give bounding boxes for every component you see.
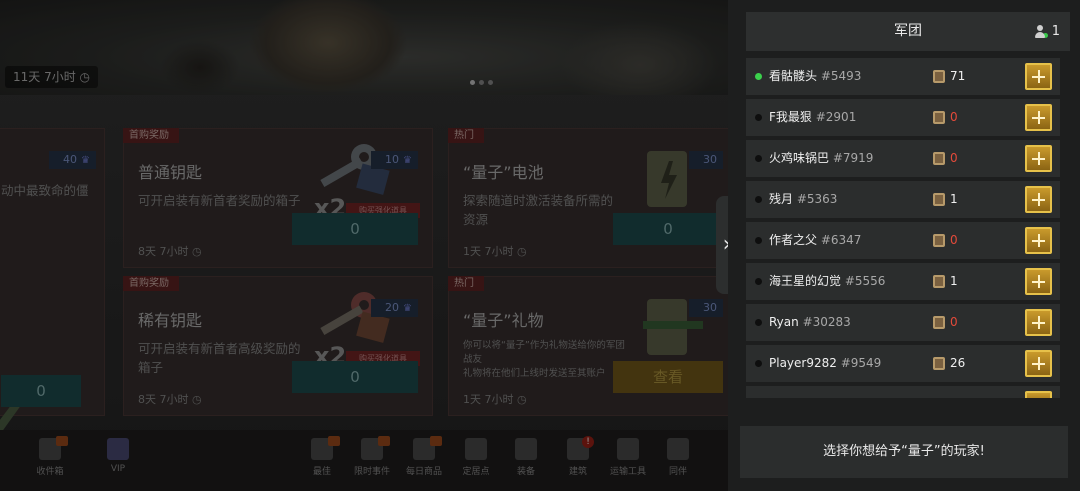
quantum-scroll-icon xyxy=(933,357,945,370)
give-plus-button[interactable] xyxy=(1025,309,1052,336)
give-plus-button[interactable] xyxy=(1025,63,1052,90)
status-dot xyxy=(755,278,762,285)
give-plus-button[interactable] xyxy=(1025,104,1052,131)
quantum-scroll-icon xyxy=(933,111,945,124)
quantum-count: 0 xyxy=(950,233,958,247)
player-row[interactable]: 作者之父 #6347 0 xyxy=(746,222,1060,259)
give-plus-button[interactable] xyxy=(1025,391,1052,398)
give-plus-button[interactable] xyxy=(1025,227,1052,254)
online-count: 1 xyxy=(1034,12,1060,51)
quantum-scroll-icon xyxy=(933,193,945,206)
player-row[interactable]: 海王星的幻觉 #5556 1 xyxy=(746,263,1060,300)
quantum-scroll-icon xyxy=(933,234,945,247)
quantum-count: 1 xyxy=(950,274,958,288)
quantum-count: 71 xyxy=(950,69,966,83)
status-dot xyxy=(755,319,762,326)
player-list[interactable]: 看骷髅头 #5493 71 F我最狠 #2901 0 火鸡味锅巴 #7919 0 残月 #5… xyxy=(746,58,1070,398)
player-row[interactable]: 看骷髅头 #5493 71 xyxy=(746,58,1060,95)
player-name: 作者之父 #6347 xyxy=(769,233,862,247)
quantum-count: 0 xyxy=(950,151,958,165)
dim-overlay[interactable] xyxy=(0,0,728,491)
give-plus-button[interactable] xyxy=(1025,350,1052,377)
quantum-scroll-icon xyxy=(933,152,945,165)
player-name: Player9282 #9549 xyxy=(769,356,882,370)
player-row[interactable]: Player9282 #9549 26 xyxy=(746,345,1060,382)
player-row[interactable]: 火鸡味锅巴 #7919 0 xyxy=(746,140,1060,177)
player-row[interactable]: F我最狠 #2901 0 xyxy=(746,99,1060,136)
quantum-count: 0 xyxy=(950,315,958,329)
player-name: Ryan #30283 xyxy=(769,315,851,329)
player-name: 看骷髅头 #5493 xyxy=(769,69,862,83)
status-dot xyxy=(755,237,762,244)
panel-header: 军团 1 xyxy=(746,12,1070,51)
quantum-scroll-icon xyxy=(933,275,945,288)
give-plus-button[interactable] xyxy=(1025,268,1052,295)
status-dot xyxy=(755,360,762,367)
player-name: 残月 #5363 xyxy=(769,192,838,206)
shop-background: 11天 7小时 ◷ 40 ♛ 动中最致命的僵 0 首购奖励 普通钥匙 可开启装有新… xyxy=(0,0,728,491)
player-name: F我最狠 #2901 xyxy=(769,110,857,124)
gift-hint: 选择你想给予“量子”的玩家! xyxy=(740,426,1068,478)
quantum-count: 0 xyxy=(950,110,958,124)
online-user-icon xyxy=(1034,24,1048,39)
status-dot xyxy=(755,196,762,203)
player-name: 海王星的幻觉 #5556 xyxy=(769,274,886,288)
give-plus-button[interactable] xyxy=(1025,145,1052,172)
quantum-count: 1 xyxy=(950,192,958,206)
legion-panel: 军团 1 看骷髅头 #5493 71 F我最狠 #2901 0 火鸡味锅巴 #7919 0… xyxy=(728,0,1080,491)
status-dot xyxy=(755,155,762,162)
player-row[interactable]: Ryan #30283 0 xyxy=(746,304,1060,341)
panel-title: 军团 xyxy=(894,23,922,39)
status-dot xyxy=(755,114,762,121)
player-row[interactable]: 残月 #5363 1 xyxy=(746,181,1060,218)
give-plus-button[interactable] xyxy=(1025,186,1052,213)
player-row-partial[interactable] xyxy=(746,386,1060,398)
quantum-scroll-icon xyxy=(933,70,945,83)
quantum-count: 26 xyxy=(950,356,966,370)
player-name: 火鸡味锅巴 #7919 xyxy=(769,151,874,165)
quantum-scroll-icon xyxy=(933,316,945,329)
status-dot xyxy=(755,73,762,80)
